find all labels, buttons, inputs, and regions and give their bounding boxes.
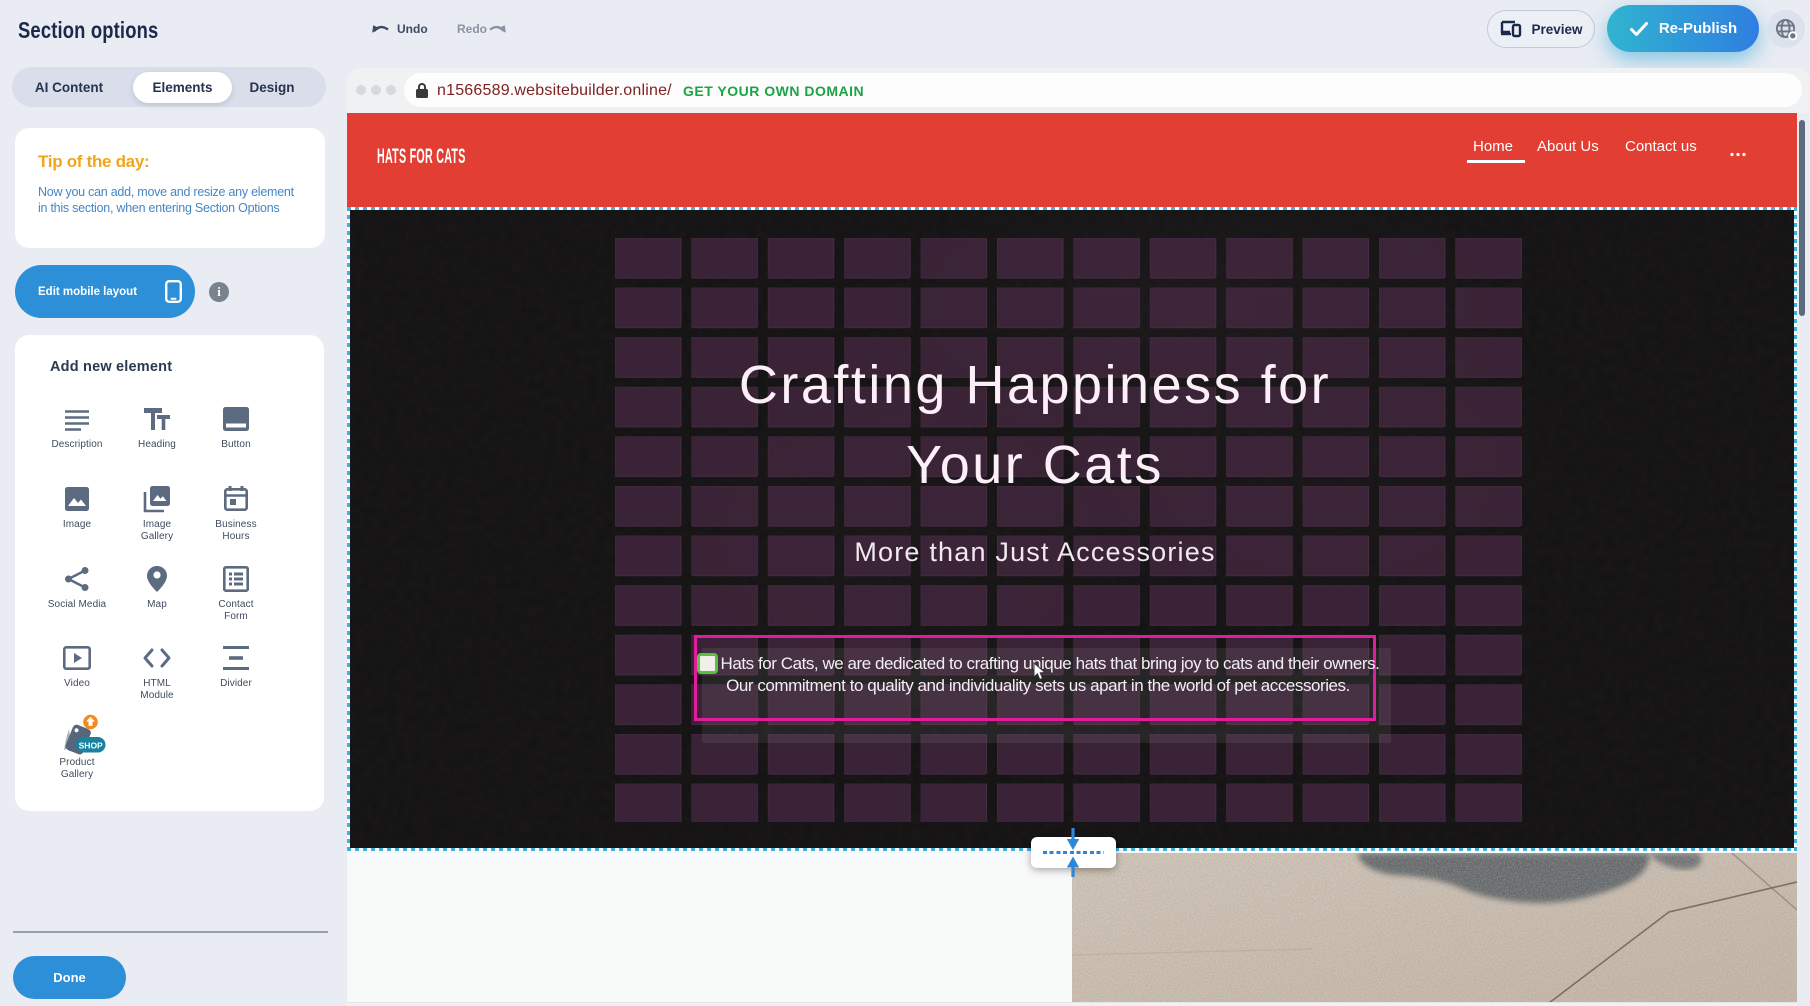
svg-text:SHOP: SHOP xyxy=(79,740,103,750)
